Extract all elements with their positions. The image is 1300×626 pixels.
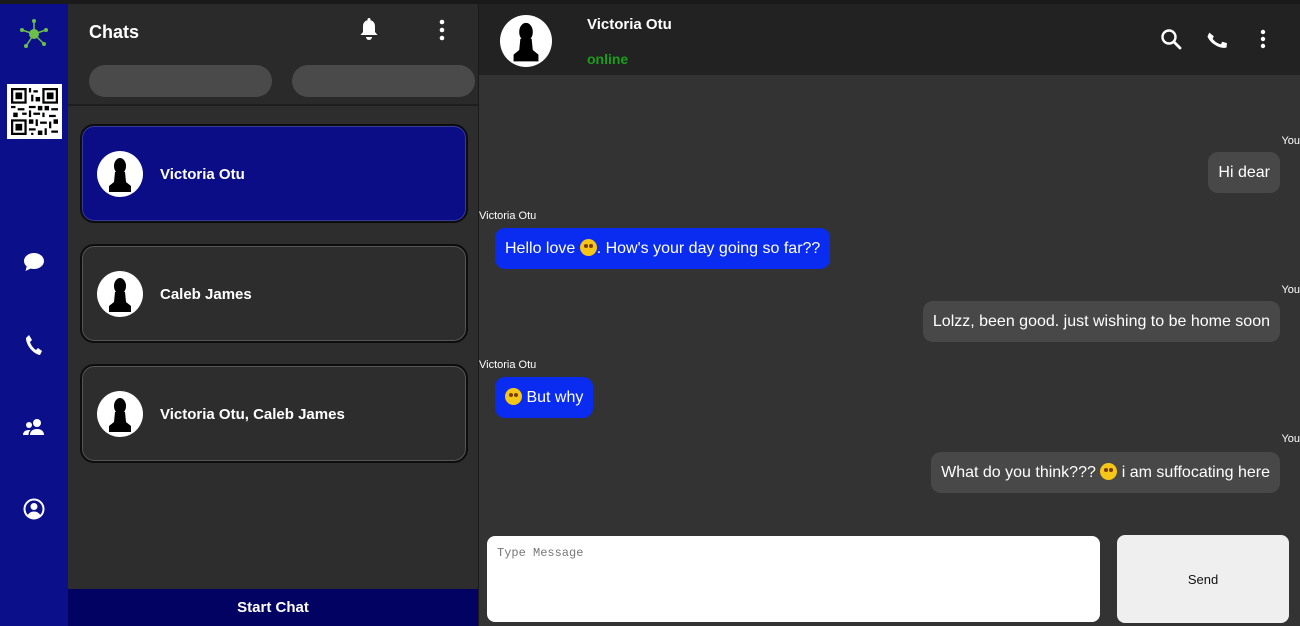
message-text: What do you think???	[941, 464, 1101, 481]
avatar-icon	[97, 151, 143, 197]
network-logo-icon	[18, 18, 50, 50]
message-sender: Victoria Otu	[479, 359, 537, 371]
message-bubble-outgoing: Lolzz, been good. just wishing to be hom…	[922, 301, 1280, 342]
start-chat-button[interactable]: Start Chat	[68, 589, 478, 626]
message-sender: You	[1281, 284, 1300, 296]
message-bubble-incoming: Hello love . How's your day going so far…	[495, 228, 831, 269]
chat-item-name: Victoria Otu	[160, 166, 245, 183]
rofl-emoji-icon	[505, 388, 522, 405]
star-struck-emoji-icon	[579, 239, 597, 256]
conversation-header: Victoria Otu online	[479, 4, 1300, 75]
side-rail	[0, 4, 68, 626]
filter-pill-2[interactable]	[292, 65, 475, 97]
more-options-icon[interactable]	[434, 18, 450, 42]
message-bubble-outgoing: What do you think??? i am suffocating he…	[931, 452, 1280, 493]
message-text: Lolzz, been good. just wishing to be hom…	[932, 313, 1270, 330]
message-text: Hi dear	[1218, 164, 1270, 181]
message-text: i am suffocating here	[1117, 464, 1270, 481]
avatar-icon	[97, 391, 143, 437]
filter-pill-1[interactable]	[89, 65, 272, 97]
message-text: . How's your day going so far??	[596, 240, 821, 257]
rofl-emoji-icon	[1100, 463, 1118, 480]
chat-app: Chats Victoria Otu Caleb James Victoria …	[0, 0, 1300, 626]
phone-icon[interactable]	[20, 331, 48, 359]
message-text: Hello love	[505, 240, 580, 257]
chat-item[interactable]: Caleb James	[80, 244, 468, 343]
message-sender: You	[1281, 135, 1300, 147]
chat-icon[interactable]	[20, 248, 48, 276]
chat-item[interactable]: Victoria Otu	[80, 124, 468, 223]
chats-title: Chats	[89, 22, 140, 42]
avatar-icon	[97, 271, 143, 317]
chats-header: Chats	[68, 4, 478, 104]
contact-name: Victoria Otu	[587, 16, 672, 33]
message-bubble-incoming: But why	[495, 377, 594, 418]
chat-item-name: Victoria Otu, Caleb James	[160, 406, 345, 423]
more-options-icon[interactable]	[1255, 28, 1277, 50]
search-icon[interactable]	[1160, 28, 1182, 50]
profile-icon[interactable]	[20, 495, 48, 523]
call-icon[interactable]	[1207, 28, 1229, 50]
chats-panel: Chats Victoria Otu Caleb James Victoria …	[68, 4, 478, 626]
chat-item[interactable]: Victoria Otu, Caleb James	[80, 364, 468, 463]
bell-icon[interactable]	[358, 18, 380, 42]
qr-code-icon[interactable]	[7, 84, 62, 139]
divider	[68, 104, 478, 106]
message-text: But why	[522, 389, 584, 406]
message-sender: You	[1281, 433, 1300, 445]
message-sender: Victoria Otu	[479, 210, 537, 222]
message-bubble-outgoing: Hi dear	[1208, 152, 1280, 193]
message-input[interactable]	[487, 536, 1100, 622]
contacts-icon[interactable]	[20, 413, 48, 441]
contact-avatar-icon[interactable]	[500, 15, 552, 67]
chat-item-name: Caleb James	[160, 286, 252, 303]
conversation-panel: Victoria Otu online You Hi dear Victoria…	[479, 4, 1300, 626]
send-button[interactable]: Send	[1117, 535, 1289, 623]
contact-status: online	[587, 51, 629, 67]
